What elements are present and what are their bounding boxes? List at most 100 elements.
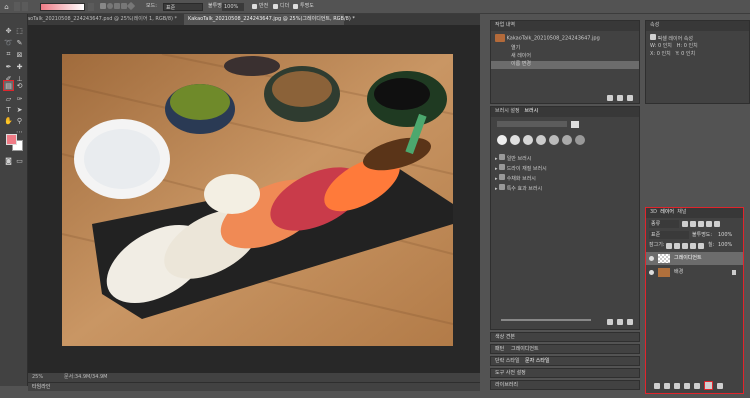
- gradient-dropdown[interactable]: [88, 3, 94, 11]
- home-icon[interactable]: ⌂: [2, 2, 11, 11]
- new-document-icon[interactable]: [607, 95, 613, 101]
- tab-swatches[interactable]: 색상 견본: [495, 335, 515, 340]
- reverse-checkbox[interactable]: [252, 4, 257, 9]
- brush-edit-icon[interactable]: [571, 121, 579, 128]
- tab-psd[interactable]: KakaoTalk_20210508_224243647.psd @ 25%(레…: [14, 14, 184, 25]
- linear-gradient-icon[interactable]: [100, 3, 106, 9]
- layer-filter-select[interactable]: 종류: [649, 220, 679, 228]
- layer-row-background[interactable]: 배경: [646, 266, 743, 279]
- tab-libraries[interactable]: 라이브러리: [495, 383, 518, 388]
- tool-presets-panel[interactable]: 도구 사전 설정: [490, 368, 640, 378]
- brush-preset-dot[interactable]: [510, 135, 520, 145]
- eyedropper-tool-icon[interactable]: ✒: [4, 62, 13, 71]
- brush-size-slider[interactable]: [497, 121, 567, 127]
- tab-history[interactable]: 작업 내역: [495, 22, 515, 28]
- new-brush-icon[interactable]: [617, 319, 623, 325]
- quick-mask-icon[interactable]: ◙: [4, 156, 13, 165]
- folder-icon[interactable]: [607, 319, 613, 325]
- history-item[interactable]: 이름 변경: [491, 61, 639, 69]
- layer-opacity-value[interactable]: 100%: [718, 233, 732, 238]
- hand-tool-icon[interactable]: ✋: [4, 116, 13, 125]
- tab-layers[interactable]: 레이어: [660, 209, 674, 215]
- dither-checkbox[interactable]: [273, 4, 278, 9]
- layer-name[interactable]: 그레이디언트: [674, 256, 702, 261]
- tab-jpg[interactable]: KakaoTalk_20210508_224243647.jpg @ 25%(그…: [184, 14, 355, 25]
- x-value[interactable]: 0 인치: [657, 51, 671, 57]
- timeline-label[interactable]: 타임라인: [32, 385, 50, 390]
- fx-icon[interactable]: [664, 382, 670, 389]
- tab-brushes[interactable]: 브러시: [524, 108, 538, 114]
- marquee-tool-icon[interactable]: ⬚: [15, 26, 24, 35]
- mode-select[interactable]: 표준: [163, 3, 203, 11]
- libraries-panel[interactable]: 라이브러리: [490, 380, 640, 390]
- path-select-icon[interactable]: ➤: [15, 105, 24, 114]
- brush-preset-dot[interactable]: [562, 135, 572, 145]
- layer-row-gradient[interactable]: 그레이디언트: [646, 252, 743, 265]
- smart-filter-icon[interactable]: [714, 221, 720, 227]
- group-folder-icon[interactable]: [694, 382, 700, 389]
- blend-mode-select[interactable]: 표준: [649, 231, 689, 239]
- link-layers-icon[interactable]: [654, 382, 660, 389]
- radial-gradient-icon[interactable]: [107, 3, 113, 9]
- tab-3d[interactable]: 3D: [650, 209, 657, 215]
- lock-paint-icon[interactable]: [674, 243, 680, 249]
- swatches-panel[interactable]: 색상 견본: [490, 332, 640, 342]
- brush-preset-dot[interactable]: [497, 135, 507, 145]
- zoom-tool-icon[interactable]: ⚲: [15, 116, 24, 125]
- brush-preset-dot[interactable]: [549, 135, 559, 145]
- new-layer-icon[interactable]: [704, 381, 713, 390]
- gradient-preview[interactable]: [40, 3, 85, 11]
- tab-gradients[interactable]: 그레이디언트: [511, 347, 539, 352]
- trash-icon[interactable]: [627, 95, 633, 101]
- brush-preview-slider[interactable]: [501, 319, 591, 321]
- lock-artboard-icon[interactable]: [690, 243, 696, 249]
- tab-brush-settings[interactable]: 브러시 설정: [495, 108, 520, 114]
- history-item[interactable]: 열기: [491, 45, 639, 53]
- trash-icon[interactable]: [717, 382, 723, 389]
- camera-icon[interactable]: [617, 95, 623, 101]
- history-brush-icon[interactable]: ⟲: [15, 81, 24, 90]
- transparency-checkbox[interactable]: [293, 4, 298, 9]
- tab-paragraph-styles[interactable]: 단락 스타일: [495, 359, 520, 364]
- brush-preset-dot[interactable]: [536, 135, 546, 145]
- tab-properties[interactable]: 속성: [650, 22, 659, 28]
- styles-panel[interactable]: 단락 스타일 문자 스타일: [490, 356, 640, 366]
- visibility-eye-icon[interactable]: [649, 270, 654, 275]
- type-tool-icon[interactable]: T: [4, 105, 13, 114]
- lock-all-icon[interactable]: [698, 243, 704, 249]
- y-value[interactable]: 0 인치: [681, 51, 695, 57]
- brush-preset-dot[interactable]: [523, 135, 533, 145]
- tool-preset-dropdown[interactable]: [22, 2, 28, 11]
- tab-tool-presets[interactable]: 도구 사전 설정: [495, 371, 526, 376]
- brush-group[interactable]: ▸ 수채화 브러시: [491, 173, 540, 182]
- tab-character-styles[interactable]: 문자 스타일: [525, 359, 550, 364]
- frame-tool-icon[interactable]: ⊠: [15, 50, 24, 59]
- shape-filter-icon[interactable]: [706, 221, 712, 227]
- brush-group[interactable]: ▸ 드라이 재질 브러시: [491, 163, 551, 172]
- visibility-eye-icon[interactable]: [649, 256, 654, 261]
- opacity-input[interactable]: 100%: [222, 3, 244, 11]
- type-filter-icon[interactable]: [698, 221, 704, 227]
- lock-position-icon[interactable]: [682, 243, 688, 249]
- quick-select-tool-icon[interactable]: ✎: [15, 38, 24, 47]
- h-value[interactable]: 0 인치: [684, 43, 698, 49]
- brush-group[interactable]: ▸ 특수 효과 브러시: [491, 183, 546, 192]
- healing-tool-icon[interactable]: ✚: [15, 62, 24, 71]
- trash-icon[interactable]: [627, 319, 633, 325]
- gradient-tool-icon[interactable]: ▤: [3, 80, 14, 91]
- pen-tool-icon[interactable]: ✑: [15, 94, 24, 103]
- foreground-color-swatch[interactable]: [6, 134, 17, 145]
- layer-mask-icon[interactable]: [674, 382, 680, 389]
- brush-preset-dot[interactable]: [575, 135, 585, 145]
- layer-name[interactable]: 배경: [674, 270, 683, 275]
- w-value[interactable]: 0 인치: [658, 43, 672, 49]
- document-image[interactable]: [62, 54, 453, 346]
- eraser-tool-icon[interactable]: ▱: [4, 94, 13, 103]
- diamond-gradient-icon[interactable]: [126, 1, 136, 11]
- fill-value[interactable]: 100%: [718, 243, 732, 248]
- move-tool-icon[interactable]: ✥: [4, 26, 13, 35]
- brush-group[interactable]: ▸ 일반 브러시: [491, 153, 535, 162]
- angle-gradient-icon[interactable]: [114, 3, 120, 9]
- tool-preset-picker[interactable]: [14, 2, 20, 11]
- lasso-tool-icon[interactable]: ➰: [4, 38, 13, 47]
